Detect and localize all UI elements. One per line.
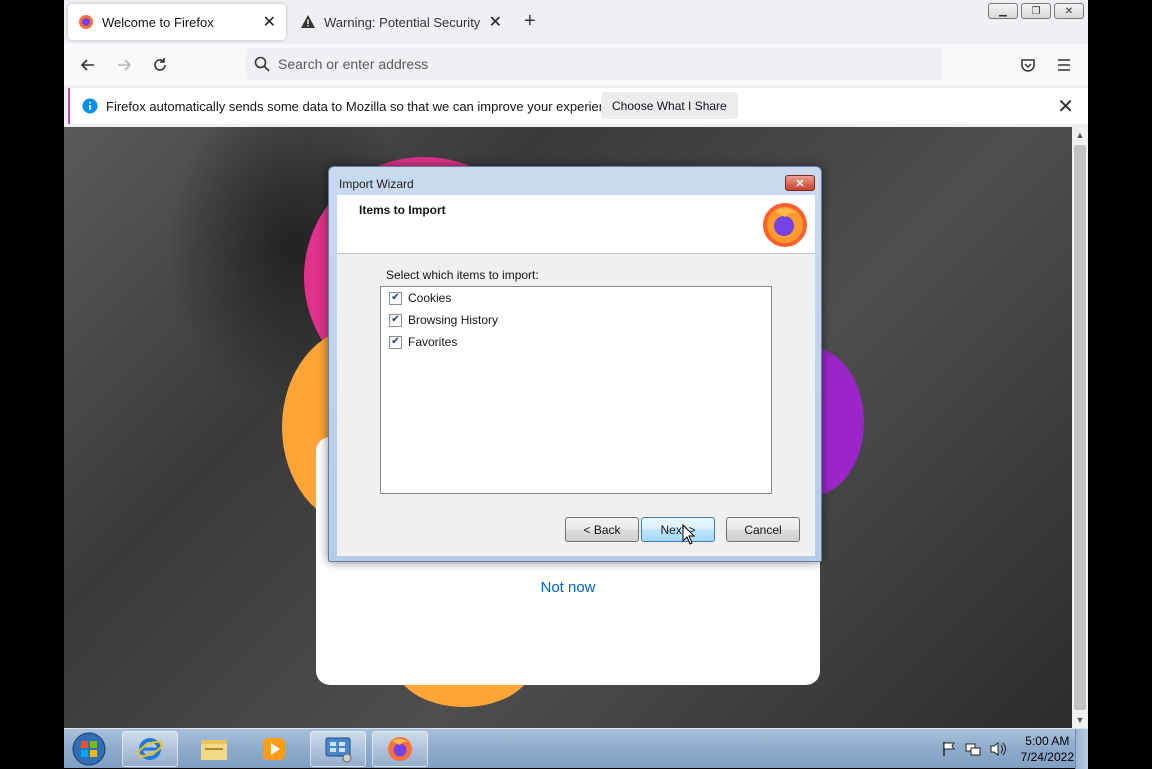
volume-icon[interactable] xyxy=(989,741,1007,757)
forward-button[interactable] xyxy=(111,53,137,77)
dialog-header: Items to Import xyxy=(337,195,815,254)
import-items-list: ✔ Cookies ✔ Browsing History ✔ Favorites xyxy=(380,286,772,494)
close-window-button[interactable]: ✕ xyxy=(1054,3,1084,19)
info-icon xyxy=(82,98,98,114)
folder-icon xyxy=(201,740,227,760)
hamburger-menu-icon xyxy=(1058,59,1070,71)
search-icon xyxy=(254,56,270,72)
pocket-icon xyxy=(1021,59,1035,72)
internet-explorer-taskbar-button[interactable] xyxy=(122,731,178,767)
pocket-button[interactable] xyxy=(1015,53,1041,77)
tab-security-warning[interactable]: Warning: Potential Security Risk ✕ xyxy=(290,4,512,40)
favorites-checkbox[interactable]: ✔ xyxy=(389,335,402,349)
arrow-right-icon xyxy=(118,59,132,71)
item-label: Browsing History xyxy=(408,313,499,327)
clock-date: 7/24/2022 xyxy=(1020,750,1074,764)
show-desktop-button[interactable] xyxy=(1075,729,1088,769)
not-now-link[interactable]: Not now xyxy=(316,579,820,596)
telemetry-notification-bar: Firefox automatically sends some data to… xyxy=(68,88,1088,124)
system-tray: 5:00 AM 7/24/2022 xyxy=(941,729,1074,769)
navigation-toolbar xyxy=(64,44,1088,86)
reload-button[interactable] xyxy=(147,53,173,77)
item-label: Favorites xyxy=(408,335,458,349)
media-player-icon xyxy=(263,738,285,760)
media-player-taskbar-button[interactable] xyxy=(246,731,302,767)
close-tab-icon[interactable]: ✕ xyxy=(263,12,276,32)
firefox-icon xyxy=(79,15,93,29)
browsing-history-checkbox[interactable]: ✔ xyxy=(389,313,402,327)
dialog-title: Import Wizard xyxy=(339,177,414,191)
reload-icon xyxy=(154,58,166,71)
cancel-button[interactable]: Cancel xyxy=(726,517,800,542)
dialog-close-button[interactable]: ✕ xyxy=(785,175,815,191)
tab-title: Welcome to Firefox xyxy=(102,14,214,30)
list-item-cookies[interactable]: ✔ Cookies xyxy=(389,289,451,307)
warning-icon xyxy=(301,15,315,28)
next-button[interactable]: Next > xyxy=(641,517,715,542)
mouse-cursor-icon xyxy=(682,524,696,545)
control-panel-icon xyxy=(325,737,352,763)
address-bar[interactable] xyxy=(246,48,942,80)
action-center-flag-icon[interactable] xyxy=(941,741,957,757)
new-tab-button[interactable]: + xyxy=(524,10,536,33)
list-item-browsing-history[interactable]: ✔ Browsing History xyxy=(389,311,498,329)
close-tab-icon[interactable]: ✕ xyxy=(489,12,502,32)
dialog-header-title: Items to Import xyxy=(359,203,446,217)
tab-title: Warning: Potential Security Risk xyxy=(324,14,483,30)
instruction-label: Select which items to import: xyxy=(386,268,539,282)
item-label: Cookies xyxy=(408,291,452,305)
back-button[interactable]: < Back xyxy=(565,517,639,542)
scrollbar-thumb[interactable] xyxy=(1074,145,1086,710)
taskbar: 5:00 AM 7/24/2022 xyxy=(64,728,1088,769)
arrow-left-icon xyxy=(80,59,94,71)
cookies-checkbox[interactable]: ✔ xyxy=(389,291,402,305)
tab-strip: Welcome to Firefox ✕ Warning: Potential … xyxy=(64,0,1088,44)
taskbar-clock[interactable]: 5:00 AM 7/24/2022 xyxy=(1021,733,1074,765)
network-icon[interactable] xyxy=(965,741,981,757)
scroll-up-icon[interactable]: ▲ xyxy=(1072,127,1088,143)
address-input[interactable] xyxy=(276,55,900,73)
firefox-logo-icon xyxy=(763,203,807,247)
internet-explorer-icon xyxy=(137,738,163,760)
file-explorer-taskbar-button[interactable] xyxy=(186,731,242,767)
minimize-button[interactable]: ▁ xyxy=(988,3,1018,19)
restore-button[interactable]: ❐ xyxy=(1021,3,1051,19)
scroll-down-icon[interactable]: ▼ xyxy=(1072,712,1088,728)
dialog-body: Select which items to import: ✔ Cookies … xyxy=(337,254,815,556)
firefox-icon xyxy=(388,737,412,761)
firefox-taskbar-button[interactable] xyxy=(372,731,428,767)
windows-start-icon[interactable] xyxy=(70,731,108,767)
control-panel-taskbar-button[interactable] xyxy=(310,731,366,767)
list-item-favorites[interactable]: ✔ Favorites xyxy=(389,333,457,351)
vertical-scrollbar[interactable]: ▲ ▼ xyxy=(1072,127,1088,728)
choose-what-i-share-button[interactable]: Choose What I Share xyxy=(601,92,738,119)
notification-message: Firefox automatically sends some data to… xyxy=(106,98,624,114)
import-wizard-dialog: Import Wizard ✕ Items to Import Select w… xyxy=(328,166,822,562)
app-menu-button[interactable] xyxy=(1051,53,1077,77)
tab-welcome[interactable]: Welcome to Firefox ✕ xyxy=(68,4,286,40)
back-button[interactable] xyxy=(75,53,101,77)
clock-time: 5:00 AM xyxy=(1025,734,1070,748)
close-icon[interactable]: ✕ xyxy=(1057,94,1074,119)
